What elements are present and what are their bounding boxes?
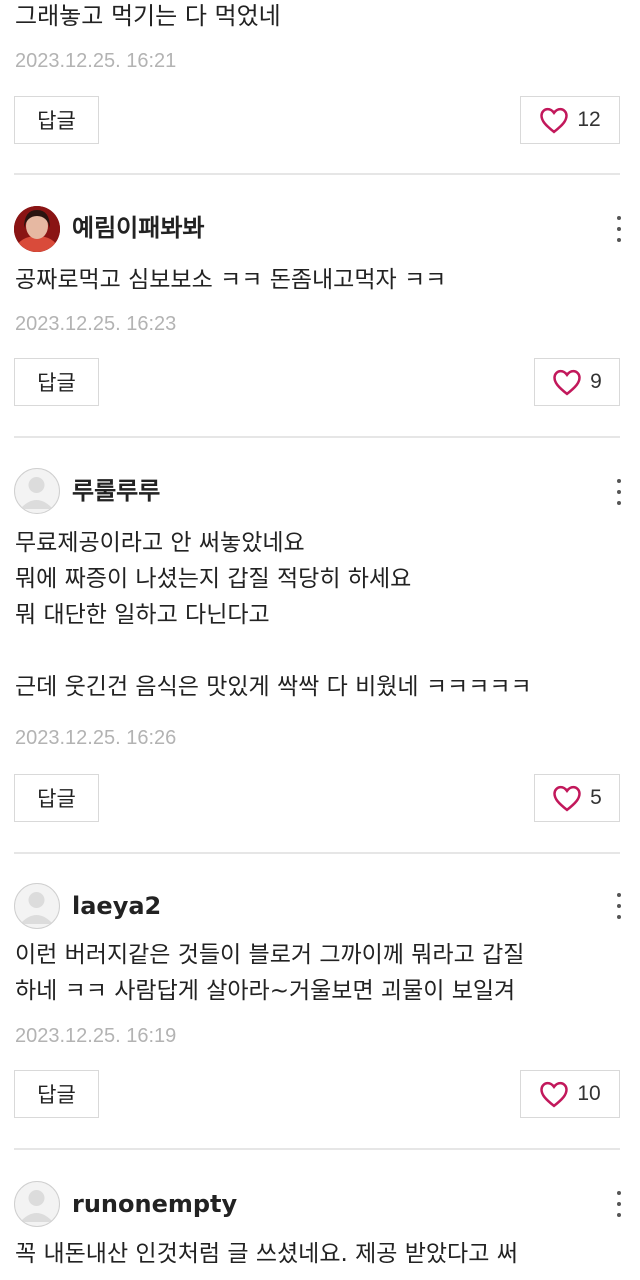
username[interactable]: runonempty — [72, 1188, 237, 1220]
comment-2-reply-button[interactable]: 답글 — [14, 774, 99, 822]
comment-0-reply-button[interactable]: 답글 — [14, 96, 99, 144]
default-avatar-icon — [20, 1190, 53, 1222]
like-count: 12 — [577, 108, 601, 131]
heart-icon — [553, 785, 581, 812]
divider — [14, 852, 620, 854]
more-options-icon[interactable] — [613, 216, 625, 242]
like-count: 5 — [590, 786, 602, 809]
username[interactable]: laeya2 — [72, 890, 161, 922]
comment-1-reply-button[interactable]: 답글 — [14, 358, 99, 406]
comment-3-like-button[interactable]: 10 — [520, 1070, 620, 1118]
comment-1-body: 공짜로먹고 심보보소 ㅋㅋ 돈좀내고먹자 ㅋㅋ — [15, 267, 447, 293]
comment-3-timestamp: 2023.12.25. 16:19 — [15, 1025, 177, 1047]
like-count: 10 — [577, 1082, 601, 1105]
username[interactable]: 예림이패봐봐 — [72, 212, 204, 244]
default-avatar-icon — [20, 892, 53, 924]
heart-icon — [540, 107, 569, 134]
divider — [14, 436, 620, 438]
avatar-photo — [14, 206, 60, 252]
comment-1-like-button[interactable]: 9 — [534, 358, 620, 406]
reply-label: 답글 — [37, 787, 76, 811]
reply-label: 답글 — [37, 109, 76, 133]
more-options-icon[interactable] — [613, 479, 625, 505]
comment-1-timestamp: 2023.12.25. 16:23 — [15, 313, 177, 335]
avatar[interactable] — [14, 1181, 60, 1227]
comment-0-body: 그래놓고 먹기는 다 먹었네 — [15, 2, 281, 30]
comment-2-timestamp: 2023.12.25. 16:26 — [15, 727, 177, 749]
comment-2-like-button[interactable]: 5 — [534, 774, 620, 822]
divider — [14, 1148, 620, 1150]
divider — [14, 173, 620, 175]
comment-0-like-button[interactable]: 12 — [520, 96, 620, 144]
more-options-icon[interactable] — [613, 893, 625, 919]
avatar[interactable] — [14, 206, 60, 252]
avatar[interactable] — [14, 883, 60, 929]
reply-label: 답글 — [37, 371, 76, 395]
comment-3-body: 이런 버러지같은 것들이 블로거 그까이께 뭐라고 갑질 하네 ㅋㅋ 사람답게 … — [15, 942, 525, 1004]
avatar[interactable] — [14, 468, 60, 514]
default-avatar-icon — [20, 477, 53, 509]
heart-icon — [540, 1081, 569, 1108]
like-count: 9 — [590, 370, 602, 393]
comment-3-reply-button[interactable]: 답글 — [14, 1070, 99, 1118]
heart-icon — [553, 369, 581, 396]
reply-label: 답글 — [37, 1083, 76, 1107]
comment-2-body: 무료제공이라고 안 써놓았네요 뭐에 짜증이 나셨는지 갑질 적당히 하세요 뭐… — [15, 530, 532, 700]
username[interactable]: 루룰루루 — [72, 475, 160, 507]
comment-4-body: 꼭 내돈내산 인것처럼 글 쓰셨네요. 제공 받았다고 써 — [15, 1241, 518, 1267]
more-options-icon[interactable] — [613, 1191, 625, 1217]
comment-0-timestamp: 2023.12.25. 16:21 — [15, 50, 177, 72]
